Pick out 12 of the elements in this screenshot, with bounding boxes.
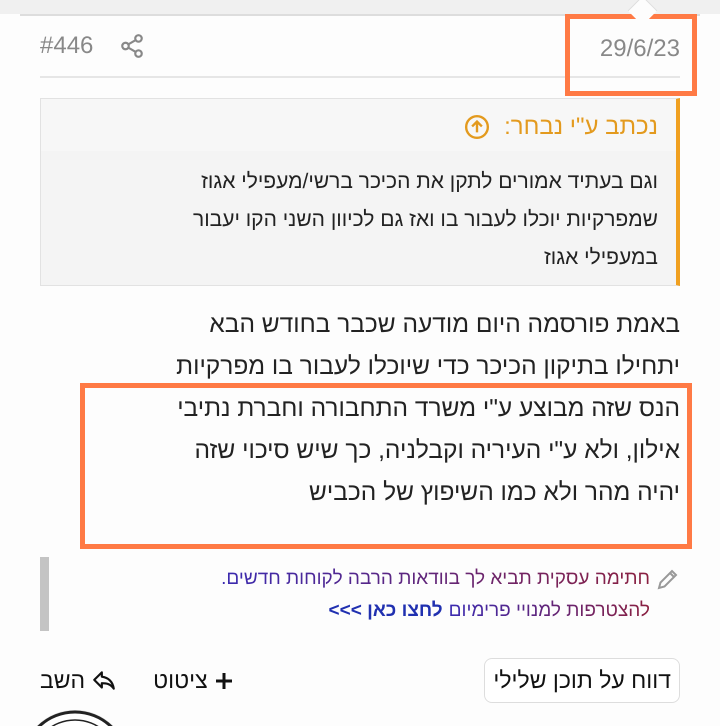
- pencil-icon: [656, 567, 680, 591]
- post-text: באמת פורסמה היום מודעה שכבר בחודש הבא יתחילו בתיקון הכיכר כדי שיוכלו לעבור בו מפרקיות: [175, 310, 680, 382]
- quote-text: וגם בעתיד אמורים לתקן את הכיכר ברשי/מעפילי אגוז שמפרקיות יוכלו לעבור בו ואז גם לכיוון השני הקו יעבור במעפילי אגוז: [192, 169, 658, 271]
- quote-author: נכתב ע"י נבחר:: [504, 113, 658, 141]
- post-date: 29/6/23: [600, 35, 680, 62]
- share-icon[interactable]: [119, 33, 146, 59]
- report-button[interactable]: דווח על תוכן שלילי: [484, 658, 680, 703]
- reply-button[interactable]: השב: [40, 667, 118, 694]
- post-text: הנס שזה מבוצע ע"י משרד התחבורה וחברת נתיבי אילון, ולא ע"י העיריה וקבלניה, כך שיש סיכוי שזה יהיה מהר ולא כמו השיפוץ של הכביש: [176, 394, 680, 508]
- premium-link[interactable]: לחצו כאן >>>: [328, 595, 443, 627]
- plus-icon: [214, 670, 234, 690]
- quote-button[interactable]: ציטוט: [153, 667, 234, 694]
